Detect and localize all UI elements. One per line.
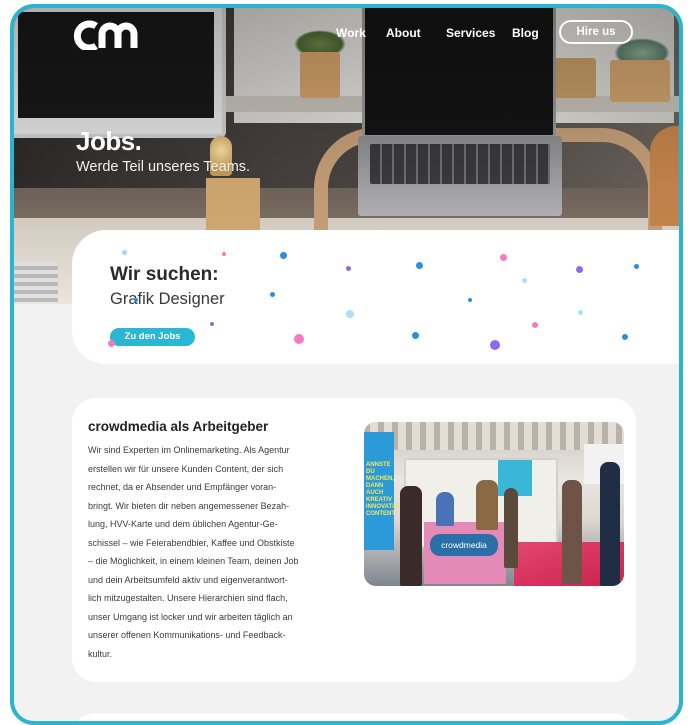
employer-text-line: bringt. Wir bieten dir neben angemessene… bbox=[88, 500, 290, 511]
employer-text-line: rechnet, da er Absender und Empfänger vo… bbox=[88, 482, 277, 492]
page-title: Jobs. bbox=[76, 126, 142, 156]
employer-text-line: erstellen wir für unsere Kunden Content,… bbox=[88, 463, 284, 474]
nav-work[interactable]: Work bbox=[336, 26, 366, 40]
employer-description: Wir sind Experten im Onlinemarketing. Al… bbox=[88, 441, 346, 663]
employer-text-line: und dein Arbeitsumfeld aktiv und eigenve… bbox=[88, 574, 288, 585]
cm-logo[interactable] bbox=[72, 20, 144, 50]
trade-fair-photo: ANNSTE DU MACHEN, DANN AUCH KREATIV INNO… bbox=[364, 422, 624, 586]
photo-banner: ANNSTE DU MACHEN, DANN AUCH KREATIV INNO… bbox=[364, 432, 407, 550]
employer-text-line: Wir sind Experten im Onlinemarketing. Al… bbox=[88, 445, 290, 455]
next-section-card bbox=[72, 713, 636, 721]
photo-banner-text: ANNSTE DU MACHEN, DANN AUCH KREATIV INNO… bbox=[366, 462, 407, 517]
employer-title: crowdmedia als Arbeitgeber bbox=[88, 419, 269, 434]
nav-blog[interactable]: Blog bbox=[512, 26, 539, 40]
employer-text-line: unser Umgang ist locker und wir arbeiten… bbox=[88, 611, 293, 622]
employer-text-line: schissel – wie Feierabendbier, Kaffee un… bbox=[88, 537, 295, 548]
job-teaser-position: Grafik Designer bbox=[110, 290, 225, 308]
photo-booth-logo: crowdmedia bbox=[430, 534, 498, 556]
page-subtitle: Werde Teil unseres Teams. bbox=[76, 159, 251, 175]
employer-text-line: unserer offenen Kommunikations- und Feed… bbox=[88, 630, 286, 640]
browser-frame: Work About Services Blog Hire us Jobs. W… bbox=[10, 4, 683, 725]
employer-text-line: kultur. bbox=[88, 648, 113, 659]
hire-us-button[interactable]: Hire us bbox=[559, 20, 633, 44]
job-teaser-card: Wir suchen: Grafik Designer Zu den Jobs bbox=[72, 230, 679, 364]
job-teaser-heading: Wir suchen: bbox=[110, 264, 219, 285]
nav-about[interactable]: About bbox=[386, 26, 421, 40]
employer-text-line: lich mitzugestalten. Unsere Hierarchien … bbox=[88, 593, 288, 603]
employer-text-line: – die Möglichkeit, in einem kleinen Team… bbox=[88, 556, 299, 566]
employer-text-line: lung, HVV-Karte und dem üblichen Agentur… bbox=[88, 519, 278, 529]
employer-card: crowdmedia als Arbeitgeber Wir sind Expe… bbox=[72, 398, 636, 682]
to-jobs-button[interactable]: Zu den Jobs bbox=[110, 328, 195, 346]
nav-services[interactable]: Services bbox=[446, 26, 495, 40]
